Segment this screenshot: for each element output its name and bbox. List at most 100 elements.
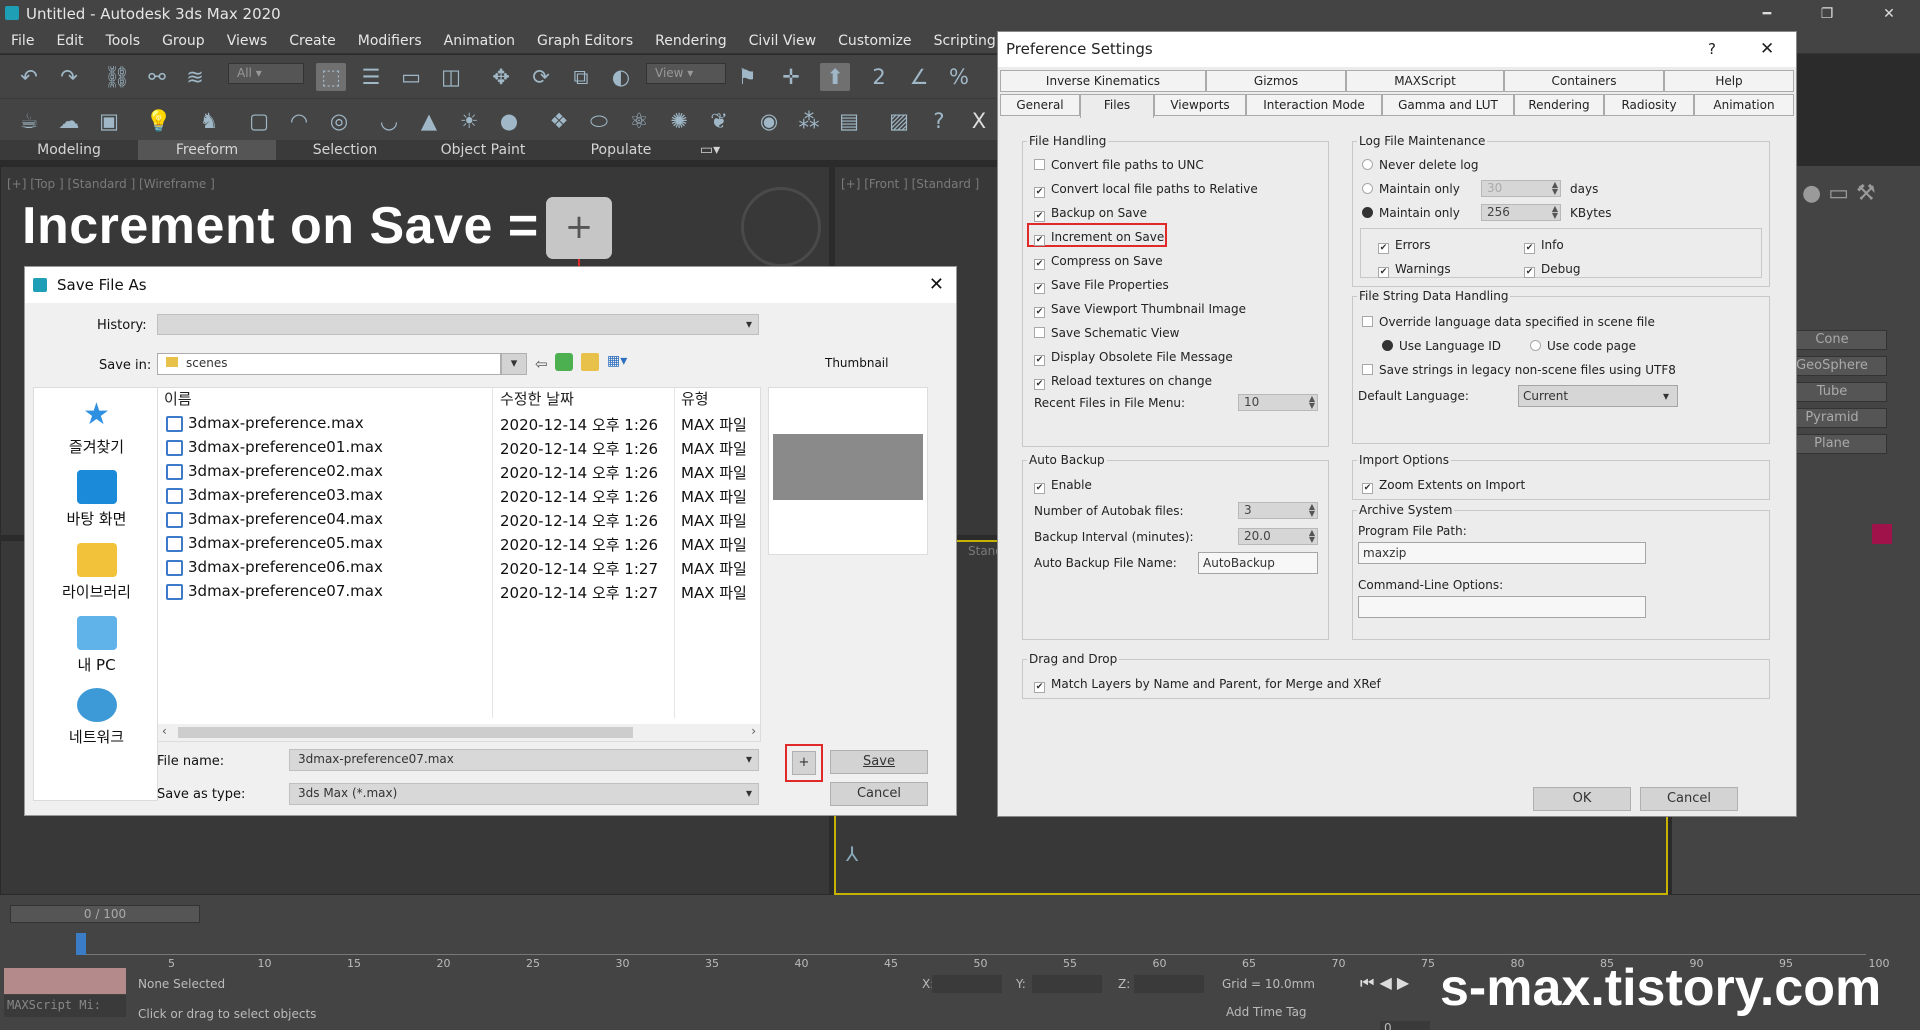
angle-snap-icon[interactable]: ∠ [904, 63, 934, 91]
auto-backup-enable-checkbox[interactable]: ✔ Enable [1034, 478, 1092, 494]
manipulate-icon[interactable]: ✛ [776, 63, 806, 91]
x-coord-field[interactable] [932, 975, 1002, 993]
file-row[interactable]: 3dmax-preference05.max 2020-12-14 오후 1:26… [158, 532, 760, 556]
file-row[interactable]: 3dmax-preference06.max 2020-12-14 오후 1:27… [158, 556, 760, 580]
scroll-right-icon[interactable]: › [751, 724, 756, 738]
save-button[interactable]: Save [830, 750, 928, 774]
file-row[interactable]: 3dmax-preference.max 2020-12-14 오후 1:26 MA… [158, 412, 760, 436]
tab-inverse-kinematics[interactable]: Inverse Kinematics [1000, 70, 1206, 92]
capsule-icon[interactable]: ⬭ [584, 107, 614, 135]
keyboard-shortcut-icon[interactable]: ⬆ [820, 63, 850, 91]
ribbon-tab-populate[interactable]: Populate [552, 140, 690, 160]
tab-rendering[interactable]: Rendering [1514, 94, 1604, 116]
place-favorites[interactable]: ★ 즐겨찾기 [34, 398, 159, 457]
increment-on-save-checkbox[interactable]: ✔ Increment on Save [1034, 230, 1164, 246]
new-folder-icon[interactable] [581, 353, 599, 371]
place-desktop[interactable]: 바탕 화면 [34, 470, 159, 529]
menu-civil-view[interactable]: Civil View [738, 28, 827, 54]
file-row[interactable]: 3dmax-preference04.max 2020-12-14 오후 1:26… [158, 508, 760, 532]
scrollbar-thumb[interactable] [178, 727, 633, 738]
save-schematic-view-checkbox[interactable]: Save Schematic View [1034, 326, 1179, 340]
ribbon-tab-object-paint[interactable]: Object Paint [414, 140, 552, 160]
file-row[interactable]: 3dmax-preference07.max 2020-12-14 오후 1:27… [158, 580, 760, 604]
backup-name-input[interactable]: AutoBackup [1198, 552, 1318, 574]
playback-controls-icon[interactable]: ⏮ ◀ ▶ [1360, 973, 1409, 993]
reference-coord-dropdown[interactable]: View ▾ [646, 63, 726, 84]
menu-create[interactable]: Create [278, 28, 347, 54]
render-setup-icon[interactable]: ▤ [834, 107, 864, 135]
z-coord-field[interactable] [1134, 975, 1204, 993]
recent-files-spinner[interactable]: 10 ▲ ▼ [1238, 394, 1318, 411]
column-date[interactable]: 수정한 날짜 [500, 388, 574, 410]
tab-animation[interactable]: Animation [1694, 94, 1794, 116]
material-icon[interactable]: ⁂ [794, 107, 824, 135]
move-icon[interactable]: ✥ [486, 63, 516, 91]
tab-interaction-mode[interactable]: Interaction Mode [1246, 94, 1382, 116]
bowl-icon[interactable]: ◡ [374, 107, 404, 135]
undo-icon[interactable]: ↶ [14, 63, 44, 91]
render-frame-icon[interactable]: ▣ [94, 107, 124, 135]
place-my-pc[interactable]: 내 PC [34, 616, 159, 675]
never-delete-log-radio[interactable]: Never delete log [1362, 158, 1479, 172]
maintain-kbytes-radio[interactable]: Maintain only [1362, 206, 1460, 220]
backup-on-save-checkbox[interactable]: ✔ Backup on Save [1034, 206, 1147, 222]
add-time-tag[interactable]: Add Time Tag [1226, 1005, 1307, 1019]
menu-graph-editors[interactable]: Graph Editors [526, 28, 644, 54]
pivot-icon[interactable]: ⚑ [732, 63, 762, 91]
increment-plus-button[interactable]: + [792, 751, 816, 775]
pref-help-button[interactable]: ? [1708, 32, 1716, 67]
tab-radiosity[interactable]: Radiosity [1604, 94, 1694, 116]
object-color-swatch[interactable] [1872, 524, 1892, 544]
viewport-top-label[interactable]: [+] [Top ] [Standard ] [Wireframe ] [7, 177, 215, 191]
pref-cancel-button[interactable]: Cancel [1640, 787, 1738, 811]
autobak-count-spinner[interactable]: 3 ▲ ▼ [1238, 502, 1318, 519]
program-path-input[interactable]: maxzip [1358, 542, 1646, 564]
log-warnings-checkbox[interactable]: ✔ Warnings [1378, 262, 1451, 278]
scale-icon[interactable]: ⧉ [566, 63, 596, 91]
time-slider[interactable]: 0 / 100 [10, 905, 200, 923]
maxscript-mini-listener[interactable]: MAXScript Mi: [4, 995, 126, 1017]
window-crossing-icon[interactable]: ◫ [436, 63, 466, 91]
current-frame-field[interactable]: 0 [1380, 1021, 1430, 1030]
network-icon[interactable]: ⚛ [624, 107, 654, 135]
save-file-properties-checkbox[interactable]: ✔ Save File Properties [1034, 278, 1169, 294]
timeline-track[interactable] [76, 933, 1866, 955]
ribbon-tab-modeling[interactable]: Modeling [0, 140, 138, 160]
maintain-days-radio[interactable]: Maintain only [1362, 182, 1460, 196]
menu-views[interactable]: Views [216, 28, 279, 54]
save-type-dropdown[interactable]: 3ds Max (*.max) ▾ [289, 783, 759, 805]
dome-icon[interactable]: ◠ [284, 107, 314, 135]
pref-ok-button[interactable]: OK [1533, 787, 1631, 811]
character-icon[interactable]: ♞ [194, 107, 224, 135]
history-dropdown[interactable]: ▾ [157, 314, 759, 335]
log-days-spinner[interactable]: 30 ▲ ▼ [1481, 180, 1561, 197]
save-in-dropdown-arrow[interactable]: ▾ [501, 353, 527, 375]
cone-icon[interactable]: ▲ [414, 107, 444, 135]
rotate-icon[interactable]: ⟳ [526, 63, 556, 91]
menu-group[interactable]: Group [151, 28, 216, 54]
reload-textures-checkbox[interactable]: ✔ Reload textures on change [1034, 374, 1212, 390]
close-app-button[interactable]: ✕ [1866, 0, 1912, 28]
unlink-icon[interactable]: ⚯ [142, 63, 172, 91]
convert-unc-checkbox[interactable]: Convert file paths to UNC [1034, 158, 1204, 172]
ribbon-tab-freeform[interactable]: Freeform [138, 140, 276, 160]
default-language-dropdown[interactable]: Current ▾ [1518, 385, 1678, 407]
convert-relative-checkbox[interactable]: ✔ Convert local file paths to Relative [1034, 182, 1258, 198]
file-row[interactable]: 3dmax-preference02.max 2020-12-14 오후 1:26… [158, 460, 760, 484]
timeline-cursor[interactable] [76, 933, 86, 955]
log-info-checkbox[interactable]: ✔ Info [1524, 238, 1564, 254]
rect-selection-icon[interactable]: ▭ [396, 63, 426, 91]
bind-space-warp-icon[interactable]: ≋ [180, 63, 210, 91]
maxscript-listener[interactable] [4, 968, 126, 994]
log-errors-checkbox[interactable]: ✔ Errors [1378, 238, 1431, 254]
up-folder-icon[interactable] [555, 353, 573, 371]
backup-interval-spinner[interactable]: 20.0 ▲ ▼ [1238, 528, 1318, 545]
render-icon[interactable]: ▨ [884, 107, 914, 135]
log-kbytes-spinner[interactable]: 256 ▲ ▼ [1481, 204, 1561, 221]
teapot-icon[interactable]: ☕ [14, 107, 44, 135]
horizontal-scrollbar[interactable]: ‹ › [158, 724, 760, 741]
cancel-button[interactable]: Cancel [830, 782, 928, 806]
column-type[interactable]: 유형 [681, 388, 709, 410]
compress-on-save-checkbox[interactable]: ✔ Compress on Save [1034, 254, 1163, 270]
command-panel-icons[interactable]: ● ▭ ⚒ [1802, 181, 1876, 206]
